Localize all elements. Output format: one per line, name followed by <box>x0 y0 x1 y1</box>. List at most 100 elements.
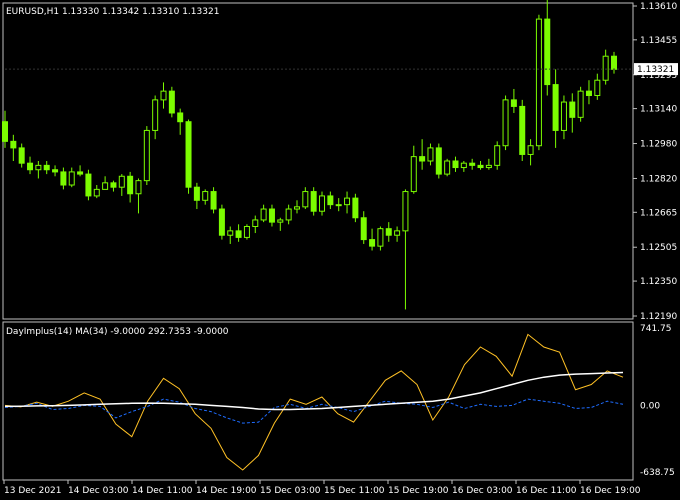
candle <box>68 167 75 188</box>
bull-candle-body <box>485 164 492 169</box>
trading-chart[interactable]: 1.136101.134551.132951.131401.129801.128… <box>0 0 680 500</box>
bear-candle-body <box>10 140 17 149</box>
candle <box>369 228 376 251</box>
bear-candle-body <box>435 147 442 175</box>
candle <box>118 174 125 196</box>
bear-candle-body <box>452 160 459 169</box>
bull-candle-body <box>319 195 326 212</box>
bull-candle-body <box>302 191 309 208</box>
candle <box>602 49 609 85</box>
bull-candle-body <box>252 219 259 227</box>
bear-candle-body <box>419 156 426 162</box>
bear-candle-body <box>2 121 8 142</box>
bear-candle-body <box>360 217 367 241</box>
bull-candle-body <box>494 145 501 166</box>
indicator-panel[interactable]: 741.75 0.00 -638.75 DayImplus(14) MA(34) -… <box>2 321 675 481</box>
candle <box>544 0 551 96</box>
candle <box>519 99 526 161</box>
bull-candle-body <box>202 191 209 201</box>
candle <box>135 178 142 214</box>
price-tick-label: 1.12980 <box>640 140 677 150</box>
candle <box>444 158 451 177</box>
candle <box>410 145 417 194</box>
symbol-label: EURUSD,H1 1.13330 1.13342 1.13310 1.1332… <box>6 7 219 17</box>
bear-candle-body <box>519 105 526 155</box>
bear-candle-body <box>510 99 517 107</box>
bull-candle-body <box>444 160 451 175</box>
candle <box>527 139 534 166</box>
price-tick-label: 1.12190 <box>640 312 677 322</box>
candle <box>419 139 426 170</box>
bear-candle-body <box>168 90 175 114</box>
bull-candle-body <box>427 147 434 162</box>
bull-candle-body <box>410 156 417 193</box>
candle <box>377 226 384 251</box>
time-tick-label: 13 Dec 2021 <box>4 486 62 496</box>
indicator-label: DayImplus(14) MA(34) -9.0000 292.7353 -9… <box>6 327 229 337</box>
bear-candle-body <box>218 208 225 236</box>
candle <box>327 191 334 210</box>
bear-candle-body <box>552 84 559 131</box>
bear-candle-body <box>327 195 334 206</box>
bull-candle-body <box>227 230 234 236</box>
candle <box>110 180 117 192</box>
time-tick-label: 14 Dec 03:00 <box>68 486 129 496</box>
candle <box>477 161 484 170</box>
candle <box>27 156 34 175</box>
bull-candle-body <box>535 18 542 147</box>
bull-candle-body <box>577 90 584 118</box>
price-panel[interactable]: 1.136101.134551.132951.131401.129801.128… <box>2 0 679 322</box>
time-tick-label: 14 Dec 11:00 <box>132 486 193 496</box>
bull-candle-body <box>135 180 142 195</box>
candle <box>352 193 359 223</box>
price-tick-label: 1.12665 <box>640 208 677 218</box>
bull-candle-body <box>260 208 267 221</box>
bull-candle-body <box>460 162 467 169</box>
candle <box>552 69 559 148</box>
bear-candle-body <box>77 171 84 175</box>
bear-candle-body <box>611 55 617 70</box>
candle <box>177 108 184 135</box>
price-tick-label: 1.13610 <box>640 2 677 12</box>
candle <box>193 182 200 210</box>
bear-candle-body <box>185 121 192 188</box>
candle <box>77 165 84 177</box>
candle <box>43 161 50 175</box>
bear-candle-body <box>210 191 217 210</box>
time-axis: 13 Dec 2021 14 Dec 03:00 14 Dec 11:00 14 De… <box>3 480 641 496</box>
bull-candle-body <box>602 55 609 81</box>
bear-candle-body <box>60 171 67 186</box>
candle <box>35 161 42 179</box>
candle <box>85 169 92 201</box>
candle <box>510 88 517 113</box>
bull-candle-body <box>118 175 125 188</box>
candle <box>202 189 209 205</box>
bull-candle-body <box>102 182 109 190</box>
current-price-label: 1.13321 <box>637 65 674 75</box>
candle <box>52 165 59 177</box>
candle <box>385 222 392 242</box>
candle <box>402 189 409 310</box>
candle <box>185 119 192 194</box>
bear-candle-body <box>177 112 184 123</box>
bull-candle-body <box>594 79 601 97</box>
bull-candle-body <box>502 99 509 147</box>
bull-candle-body <box>68 171 75 186</box>
candle <box>143 126 150 186</box>
candle <box>18 143 25 168</box>
candle <box>10 134 17 161</box>
candle <box>494 141 501 170</box>
indicator-tick-label: 0.00 <box>640 401 660 411</box>
candle <box>210 187 217 214</box>
candle <box>569 93 576 133</box>
dayimplus-line <box>4 333 624 471</box>
bull-candle-body <box>152 99 159 131</box>
candle <box>102 176 109 190</box>
candle <box>535 14 542 151</box>
bear-candle-body <box>110 182 117 188</box>
time-tick-label: 15 Dec 03:00 <box>260 486 321 496</box>
bull-candle-body <box>160 90 167 101</box>
time-tick-label: 15 Dec 19:00 <box>388 486 449 496</box>
bear-candle-body <box>85 173 92 197</box>
candle <box>277 217 284 231</box>
